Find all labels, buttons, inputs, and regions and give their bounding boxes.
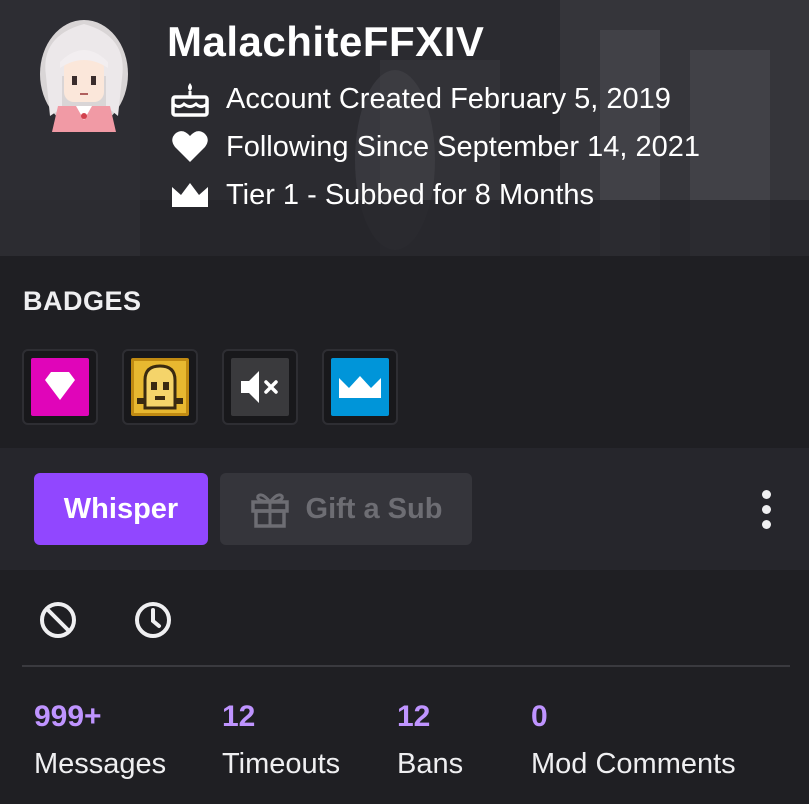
timeout-button[interactable]	[131, 598, 175, 642]
stat-label: Mod Comments	[531, 748, 736, 780]
heart-icon	[170, 129, 210, 165]
badge-crown[interactable]	[322, 349, 398, 425]
badge-diamond[interactable]	[22, 349, 98, 425]
badges-section: BADGES	[0, 256, 809, 448]
more-options-button[interactable]	[748, 484, 784, 534]
whisper-button[interactable]: Whisper	[34, 473, 208, 545]
stat-value: 12	[222, 700, 256, 733]
muted-speaker-badge-icon	[231, 358, 289, 416]
username: MalachiteFFXIV	[167, 18, 485, 65]
stat-timeouts[interactable]: 12 Timeouts	[222, 700, 340, 781]
following-since-row: Following Since September 14, 2021	[170, 129, 700, 165]
following-since-text: Following Since September 14, 2021	[226, 130, 700, 163]
account-created-text: Account Created February 5, 2019	[226, 82, 671, 115]
vertical-dots-icon	[761, 489, 771, 499]
badges-title: BADGES	[23, 286, 142, 316]
stat-label: Messages	[34, 748, 167, 780]
subscription-row: Tier 1 - Subbed for 8 Months	[170, 177, 594, 213]
gift-sub-label: Gift a Sub	[305, 492, 443, 525]
crown-icon	[170, 177, 210, 213]
account-created-row: Account Created February 5, 2019	[170, 81, 671, 117]
gift-icon	[250, 490, 290, 528]
stat-label: Bans	[397, 748, 464, 780]
pixel-character-badge-icon	[131, 358, 189, 416]
crown-badge-icon	[331, 358, 389, 416]
stat-value: 12	[397, 700, 431, 733]
action-bar: Whisper Gift a Sub	[0, 448, 809, 570]
stat-label: Timeouts	[222, 748, 341, 780]
clock-icon	[135, 602, 171, 638]
ban-icon	[40, 602, 76, 638]
stat-messages[interactable]: 999+ Messages	[34, 700, 166, 781]
avatar[interactable]	[36, 16, 132, 132]
badge-pixel-character[interactable]	[122, 349, 198, 425]
vertical-dots-icon-dot	[761, 504, 771, 514]
vertical-dots-icon-dot	[761, 519, 771, 529]
subscription-text: Tier 1 - Subbed for 8 Months	[226, 178, 595, 211]
profile-header: MalachiteFFXIV Account Created February …	[0, 0, 809, 256]
cake-icon	[170, 81, 210, 117]
badge-muted-speaker[interactable]	[222, 349, 298, 425]
stat-value: 0	[531, 700, 548, 733]
gift-sub-button[interactable]: Gift a Sub	[220, 473, 472, 545]
ban-button[interactable]	[36, 598, 80, 642]
divider	[22, 665, 790, 667]
stat-mod-comments[interactable]: 0 Mod Comments	[531, 700, 736, 781]
stat-bans[interactable]: 12 Bans	[397, 700, 463, 781]
mod-panel: 999+ Messages 12 Timeouts 12 Bans 0 Mod …	[0, 570, 809, 804]
stat-value: 999+	[34, 700, 102, 733]
diamond-badge-icon	[31, 358, 89, 416]
